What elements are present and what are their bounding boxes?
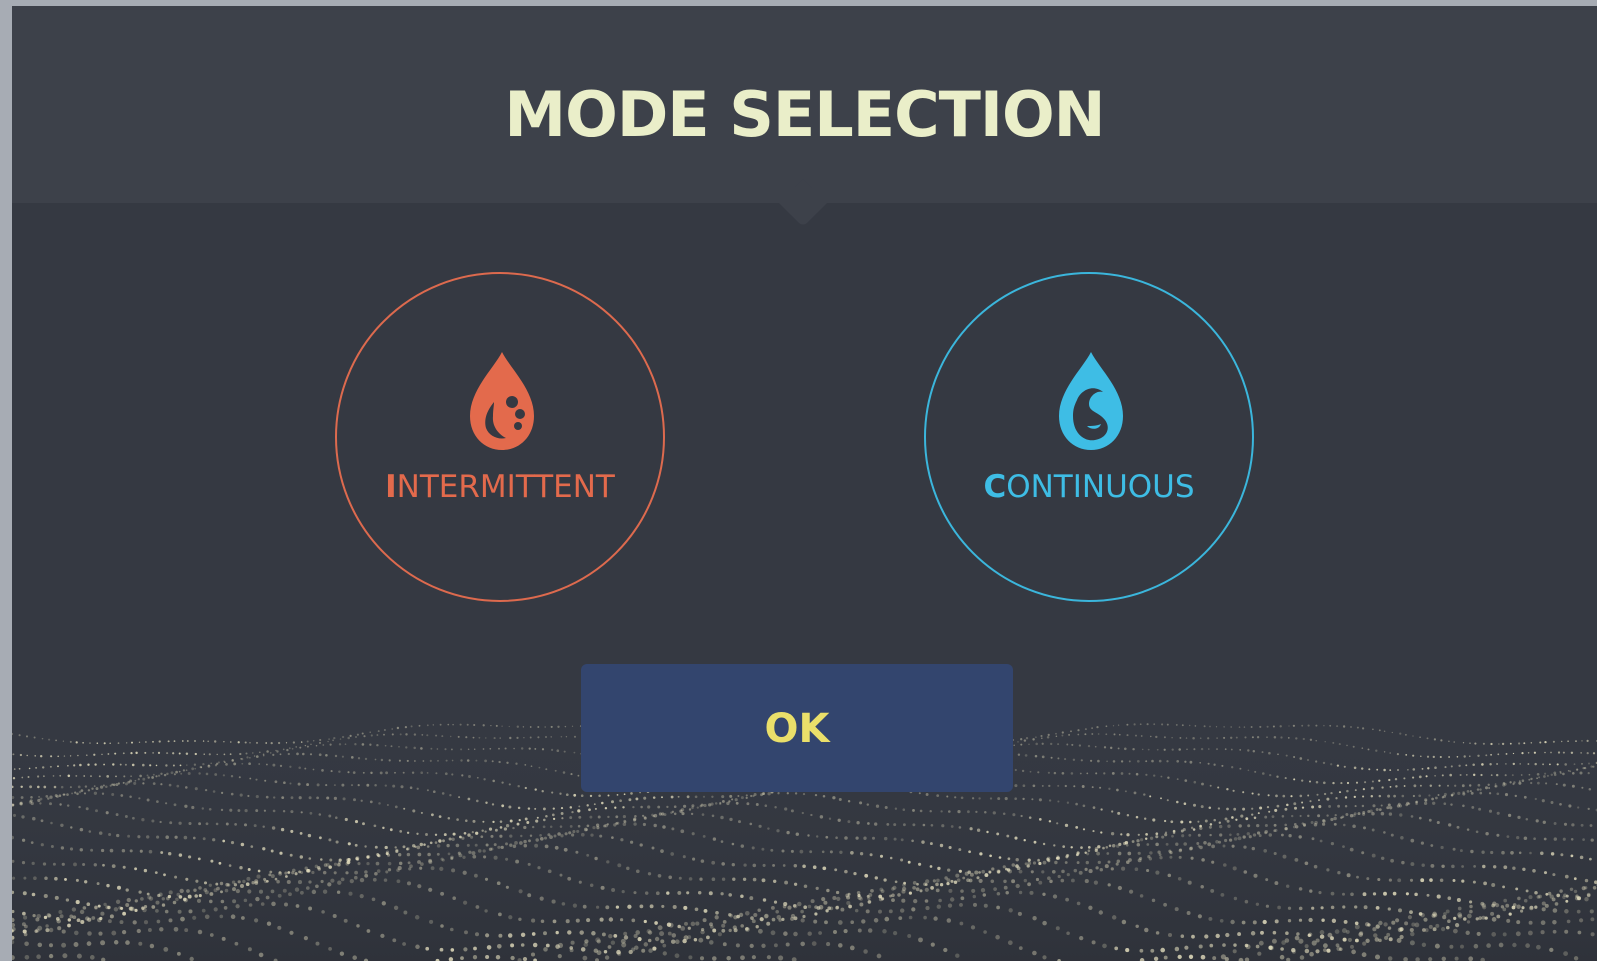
- mode-intermittent-initial: I: [385, 469, 397, 505]
- mode-continuous-button[interactable]: CONTINUOUS: [924, 272, 1254, 602]
- mode-selection-dialog: MODE SELECTION INTERMITTENT CONTINUOUS O…: [12, 6, 1597, 961]
- continuous-drop-icon: [1059, 352, 1123, 450]
- page-title: MODE SELECTION: [504, 78, 1105, 151]
- ok-button[interactable]: OK: [581, 664, 1013, 792]
- mode-intermittent-button[interactable]: INTERMITTENT: [335, 272, 665, 602]
- mode-intermittent-rest: NTERMITTENT: [396, 469, 615, 505]
- intermittent-drop-icon: [470, 352, 534, 450]
- mode-continuous-initial: C: [983, 469, 1007, 505]
- mode-continuous-label: CONTINUOUS: [926, 468, 1252, 506]
- mode-intermittent-label: INTERMITTENT: [337, 468, 663, 506]
- mode-continuous-rest: ONTINUOUS: [1006, 469, 1195, 505]
